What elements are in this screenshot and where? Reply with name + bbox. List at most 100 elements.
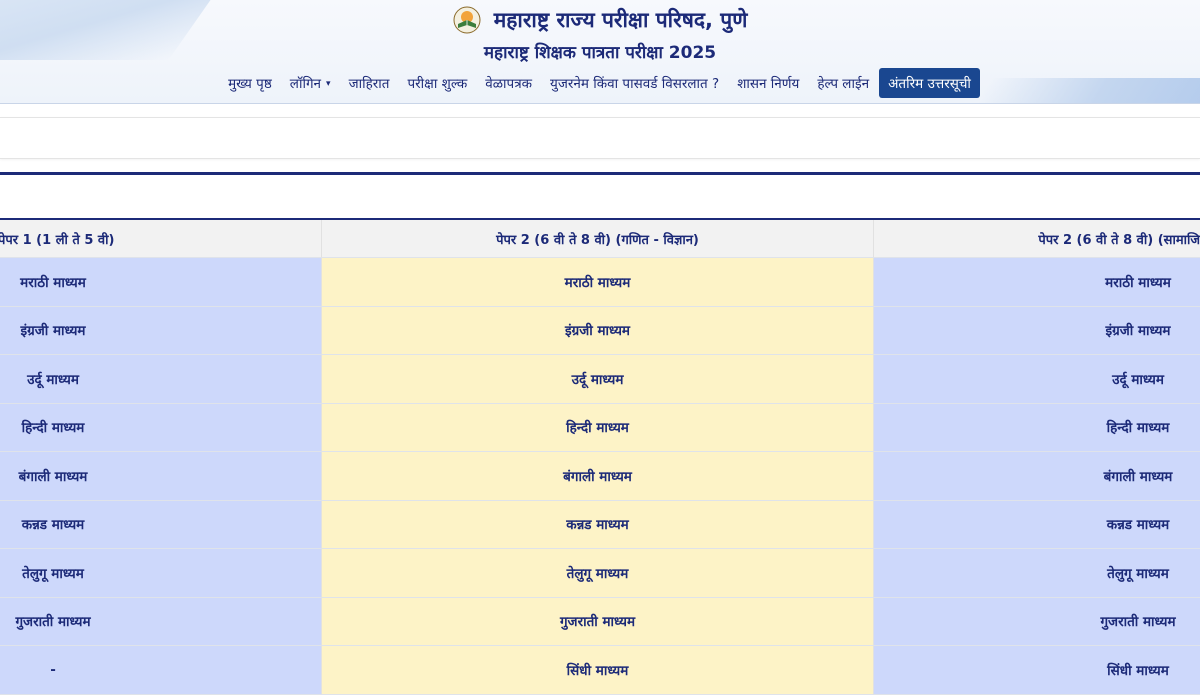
paper1-cell[interactable]: मराठी माध्यम <box>0 258 321 307</box>
medium-link[interactable]: हिन्दी माध्यम <box>0 418 106 436</box>
medium-link[interactable]: बंगाली माध्यम <box>563 467 632 485</box>
medium-link[interactable]: उर्दू माध्यम <box>1058 370 1200 388</box>
medium-link[interactable]: तेलुगू माध्यम <box>567 564 629 582</box>
empty-panel <box>0 117 1200 159</box>
medium-link[interactable]: गुजराती माध्यम <box>560 612 635 630</box>
nav-helpline-label: हेल्प लाईन <box>817 76 870 92</box>
medium-link[interactable]: सिंधी माध्यम <box>567 661 629 679</box>
column-header-paper2-math-science: पेपर 2 (6 वी ते 8 वी) (गणित - विज्ञान) <box>321 220 874 258</box>
medium-link[interactable]: बंगाली माध्यम <box>0 467 106 485</box>
paper2-social-cell[interactable]: सिंधी माध्यम <box>874 646 1200 695</box>
paper2-social-cell[interactable]: हिन्दी माध्यम <box>874 403 1200 452</box>
table-header-row: पेपर 1 (1 ली ते 5 वी) पेपर 2 (6 वी ते 8 … <box>0 220 1200 258</box>
medium-link[interactable]: इंग्रजी माध्यम <box>565 321 630 339</box>
paper2-math-science-cell[interactable]: इंग्रजी माध्यम <box>321 306 874 355</box>
organization-title: महाराष्ट्र राज्य परीक्षा परिषद, पुणे <box>493 8 748 32</box>
site-header: महाराष्ट्र राज्य परीक्षा परिषद, पुणे महा… <box>0 0 1200 103</box>
table-row: मराठी माध्यम मराठी माध्यम मराठी माध्यम <box>0 258 1200 307</box>
paper2-math-science-cell[interactable]: मराठी माध्यम <box>321 258 874 307</box>
paper2-math-science-cell[interactable]: हिन्दी माध्यम <box>321 403 874 452</box>
nav-advertisement-label: जाहिरात <box>348 76 390 92</box>
paper2-social-cell[interactable]: कन्नड माध्यम <box>874 500 1200 549</box>
nav-government-resolution[interactable]: शासन निर्णय <box>729 69 807 97</box>
medium-link[interactable]: उर्दू माध्यम <box>572 370 624 388</box>
medium-link[interactable]: कन्नड माध्यम <box>0 515 106 533</box>
nav-government-resolution-label: शासन निर्णय <box>737 76 800 92</box>
paper1-cell[interactable]: इंग्रजी माध्यम <box>0 306 321 355</box>
nav-forgot-credentials[interactable]: युजरनेम किंवा पासवर्ड विसरलात ? <box>542 69 727 97</box>
nav-home[interactable]: मुख्य पृष्ठ <box>220 69 280 97</box>
paper1-cell[interactable]: तेलुगू माध्यम <box>0 549 321 598</box>
paper2-math-science-cell[interactable]: उर्दू माध्यम <box>321 355 874 404</box>
paper2-math-science-cell[interactable]: गुजराती माध्यम <box>321 597 874 646</box>
medium-link[interactable]: बंगाली माध्यम <box>1058 467 1200 485</box>
nav-schedule-label: वेळापत्रक <box>485 76 533 92</box>
paper1-cell[interactable]: कन्नड माध्यम <box>0 500 321 549</box>
column-header-paper2-social-label: पेपर 2 (6 वी ते 8 वी) (सामाजि <box>1038 232 1200 248</box>
column-header-paper1-label: पेपर 1 (1 ली ते 5 वी) <box>0 232 115 248</box>
nav-schedule[interactable]: वेळापत्रक <box>477 69 540 97</box>
nav-login-label: लॉगिन <box>289 76 322 92</box>
paper1-cell[interactable]: गुजराती माध्यम <box>0 597 321 646</box>
table-row: हिन्दी माध्यम हिन्दी माध्यम हिन्दी माध्यम <box>0 403 1200 452</box>
table-row: बंगाली माध्यम बंगाली माध्यम बंगाली माध्यम <box>0 452 1200 501</box>
paper2-social-cell[interactable]: उर्दू माध्यम <box>874 355 1200 404</box>
nav-helpline[interactable]: हेल्प लाईन <box>809 69 877 97</box>
medium-link[interactable]: मराठी माध्यम <box>0 273 106 291</box>
medium-link[interactable]: गुजराती माध्यम <box>1058 612 1200 630</box>
chevron-down-icon: ▾ <box>326 79 331 89</box>
medium-link[interactable]: कन्नड माध्यम <box>1058 515 1200 533</box>
nav-exam-fee[interactable]: परीक्षा शुल्क <box>399 69 475 97</box>
nav-provisional-answer-key[interactable]: अंतरिम उत्तरसूची <box>879 68 980 98</box>
paper2-social-cell[interactable]: तेलुगू माध्यम <box>874 549 1200 598</box>
paper2-math-science-cell[interactable]: कन्नड माध्यम <box>321 500 874 549</box>
emblem-icon <box>453 6 481 34</box>
nav-home-label: मुख्य पृष्ठ <box>228 76 272 92</box>
table-body: मराठी माध्यम मराठी माध्यम मराठी माध्यम इंग्… <box>0 258 1200 695</box>
medium-link[interactable]: उर्दू माध्यम <box>0 370 106 388</box>
medium-table: पेपर 1 (1 ली ते 5 वी) पेपर 2 (6 वी ते 8 … <box>0 220 1200 695</box>
table-row: उर्दू माध्यम उर्दू माध्यम उर्दू माध्यम <box>0 355 1200 404</box>
column-header-paper2-social: पेपर 2 (6 वी ते 8 वी) (सामाजि <box>874 220 1200 258</box>
medium-link[interactable]: तेलुगू माध्यम <box>1058 564 1200 582</box>
nav-login-dropdown[interactable]: लॉगिन ▾ <box>282 69 339 97</box>
medium-link[interactable]: हिन्दी माध्यम <box>566 418 629 436</box>
title-row: महाराष्ट्र राज्य परीक्षा परिषद, पुणे <box>0 6 1200 34</box>
exam-title: महाराष्ट्र शिक्षक पात्रता परीक्षा 2025 <box>483 43 717 63</box>
table-row: कन्नड माध्यम कन्नड माध्यम कन्नड माध्यम <box>0 500 1200 549</box>
medium-link[interactable]: गुजराती माध्यम <box>0 612 106 630</box>
paper2-social-cell[interactable]: गुजराती माध्यम <box>874 597 1200 646</box>
medium-link[interactable]: तेलुगू माध्यम <box>0 564 106 582</box>
column-header-paper1: पेपर 1 (1 ली ते 5 वी) <box>0 220 321 258</box>
main-nav: मुख्य पृष्ठ लॉगिन ▾ जाहिरात परीक्षा शुल्क… <box>0 68 1200 98</box>
nav-advertisement[interactable]: जाहिरात <box>341 69 398 97</box>
medium-link[interactable]: सिंधी माध्यम <box>1058 661 1200 679</box>
medium-link[interactable]: मराठी माध्यम <box>565 273 631 291</box>
paper1-cell: - <box>0 646 321 695</box>
medium-link: - <box>50 661 56 678</box>
paper2-social-cell[interactable]: मराठी माध्यम <box>874 258 1200 307</box>
nav-forgot-credentials-label: युजरनेम किंवा पासवर्ड विसरलात ? <box>550 76 720 92</box>
paper2-social-cell[interactable]: बंगाली माध्यम <box>874 452 1200 501</box>
medium-link[interactable]: इंग्रजी माध्यम <box>1058 321 1200 339</box>
nav-provisional-answer-key-label: अंतरिम उत्तरसूची <box>888 76 971 92</box>
paper2-math-science-cell[interactable]: बंगाली माध्यम <box>321 452 874 501</box>
table-row: - सिंधी माध्यम सिंधी माध्यम <box>0 646 1200 695</box>
paper2-math-science-cell[interactable]: तेलुगू माध्यम <box>321 549 874 598</box>
nav-exam-fee-label: परीक्षा शुल्क <box>407 76 468 92</box>
table-row: इंग्रजी माध्यम इंग्रजी माध्यम इंग्रजी माध्… <box>0 306 1200 355</box>
paper1-cell[interactable]: हिन्दी माध्यम <box>0 403 321 452</box>
paper2-social-cell[interactable]: इंग्रजी माध्यम <box>874 306 1200 355</box>
paper2-math-science-cell[interactable]: सिंधी माध्यम <box>321 646 874 695</box>
column-header-paper2-math-science-label: पेपर 2 (6 वी ते 8 वी) (गणित - विज्ञान) <box>496 232 699 248</box>
medium-link[interactable]: इंग्रजी माध्यम <box>0 321 106 339</box>
table-row: गुजराती माध्यम गुजराती माध्यम गुजराती माध्… <box>0 597 1200 646</box>
paper1-cell[interactable]: बंगाली माध्यम <box>0 452 321 501</box>
medium-link[interactable]: हिन्दी माध्यम <box>1058 418 1200 436</box>
medium-link[interactable]: कन्नड माध्यम <box>566 515 629 533</box>
section-rule-top <box>0 172 1200 175</box>
header-divider <box>0 103 1200 104</box>
paper1-cell[interactable]: उर्दू माध्यम <box>0 355 321 404</box>
medium-link[interactable]: मराठी माध्यम <box>1058 273 1200 291</box>
table-row: तेलुगू माध्यम तेलुगू माध्यम तेलुगू माध्यम <box>0 549 1200 598</box>
